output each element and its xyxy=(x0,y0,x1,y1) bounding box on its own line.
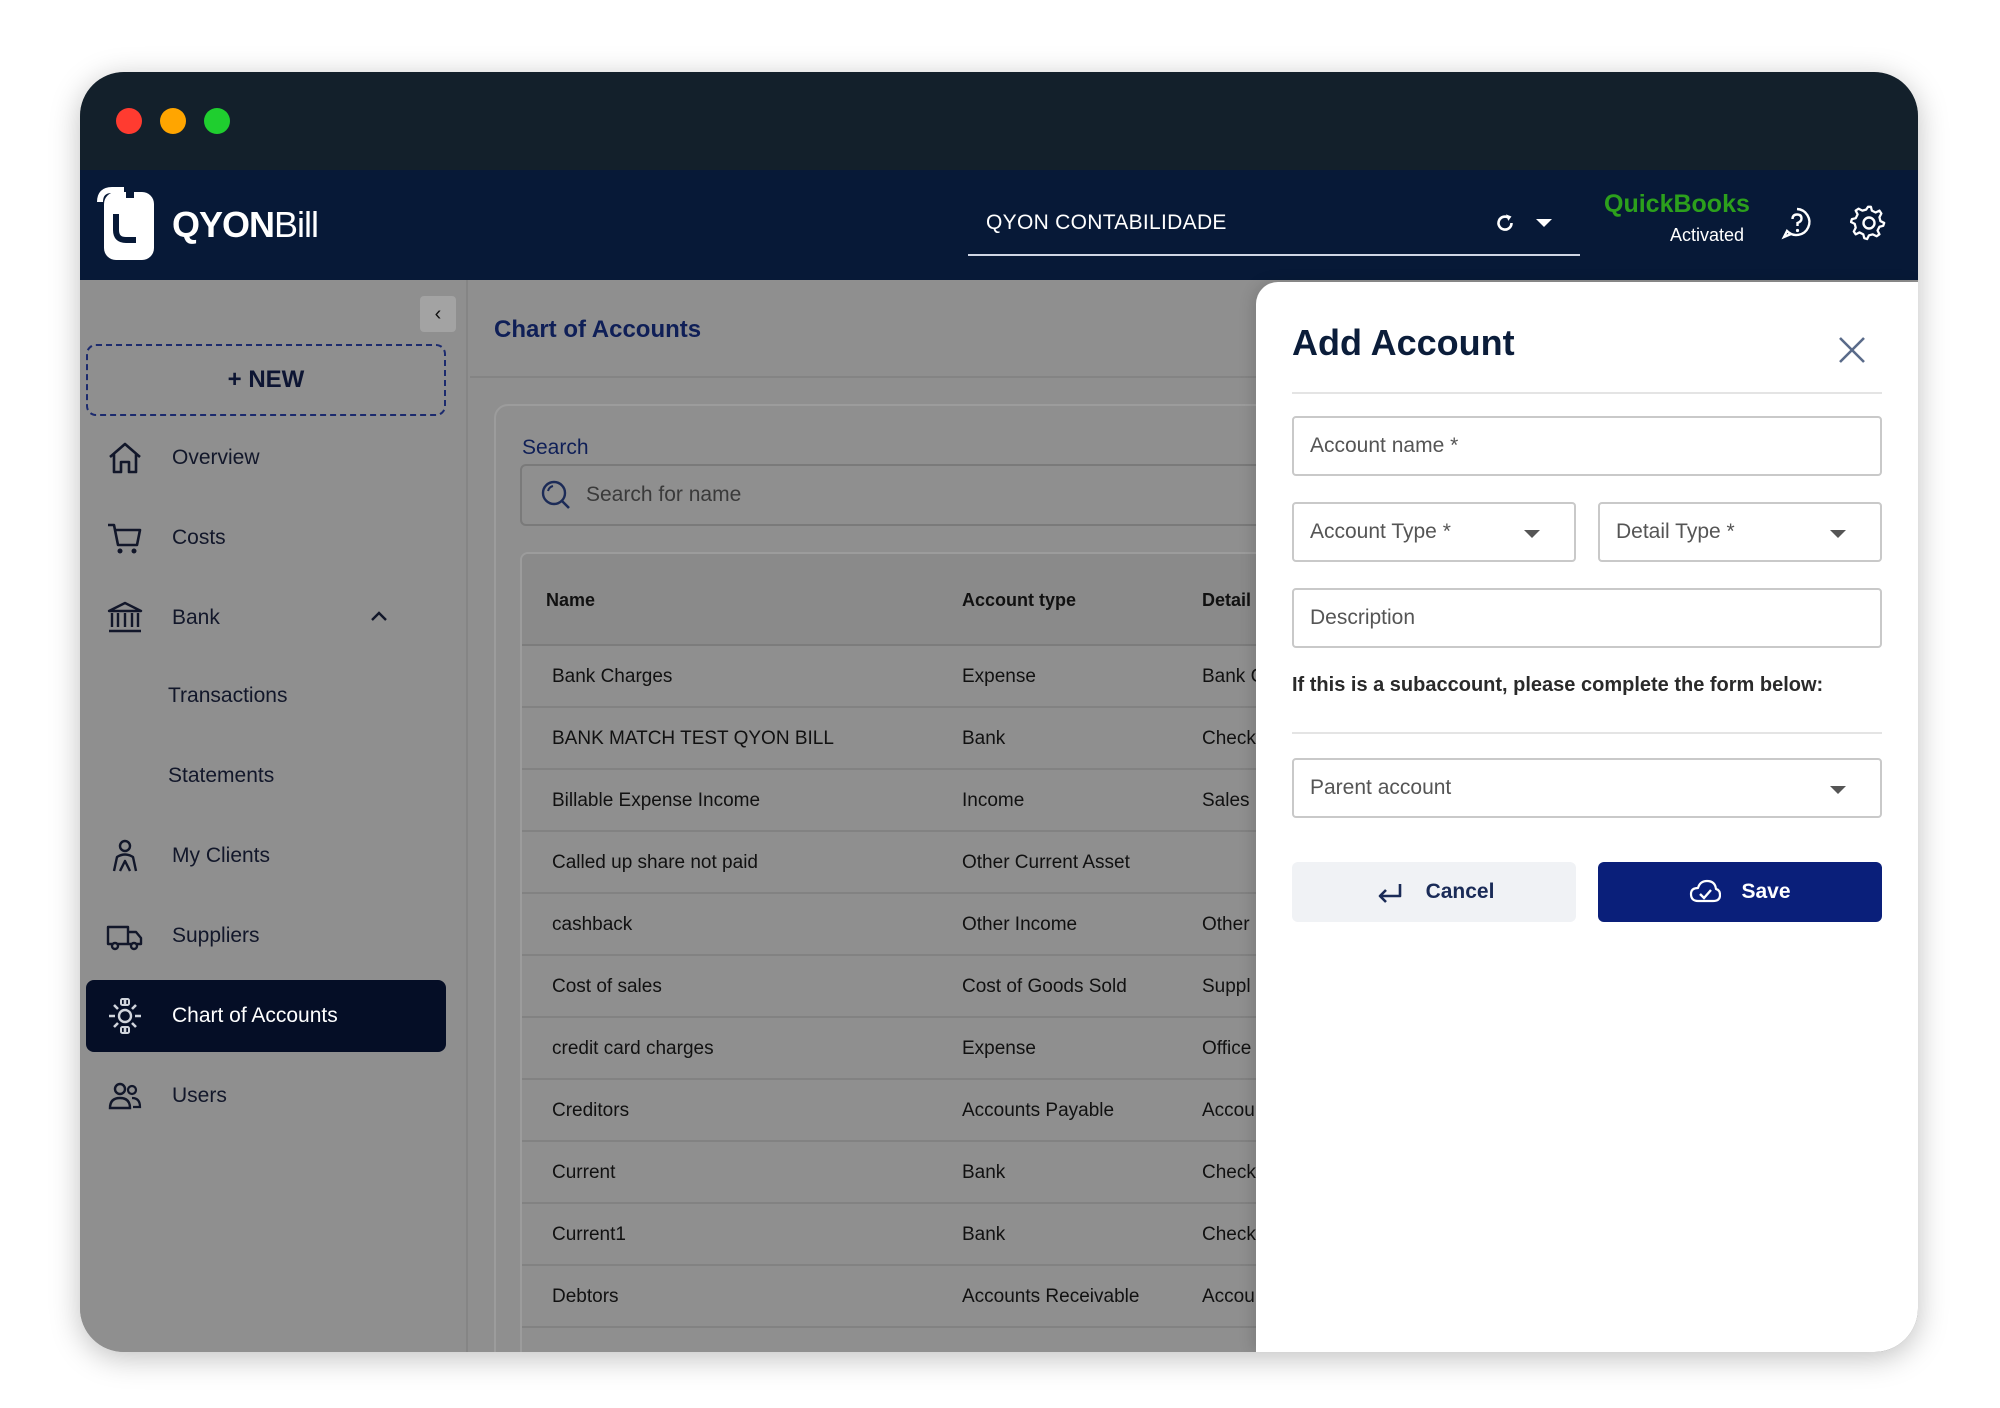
description-field[interactable] xyxy=(1292,588,1882,648)
app-window: QYONBill QYON CONTABILIDADE QuickBooks A… xyxy=(80,72,1918,1352)
panel-title: Add Account xyxy=(1292,322,1515,363)
minimize-window-button[interactable] xyxy=(160,108,186,134)
account-type-select[interactable]: Account Type * xyxy=(1292,502,1576,562)
quickbooks-label: QuickBooks xyxy=(1604,190,1750,218)
divider xyxy=(1292,392,1882,394)
refresh-icon[interactable] xyxy=(1492,210,1518,236)
quickbooks-status-text: Activated xyxy=(1669,225,1744,245)
help-icon[interactable] xyxy=(1780,206,1814,240)
cancel-label: Cancel xyxy=(1425,880,1495,903)
save-label: Save xyxy=(1741,880,1791,903)
close-icon[interactable] xyxy=(1834,332,1870,368)
logo-text: QYONBill xyxy=(172,204,319,245)
quickbooks-status: QuickBooks Activated xyxy=(1604,190,1750,246)
cloud-upload-icon xyxy=(1690,879,1722,903)
app-logo[interactable]: QYONBill xyxy=(96,186,319,264)
close-window-button[interactable] xyxy=(116,108,142,134)
chevron-down-icon xyxy=(1830,786,1846,794)
subaccount-note: If this is a subaccount, please complete… xyxy=(1292,674,1824,696)
save-button[interactable]: Save xyxy=(1598,862,1882,922)
detail-type-placeholder: Detail Type * xyxy=(1616,520,1735,543)
add-account-panel: Add Account Account Type * Detail Type *… xyxy=(1256,282,1918,1352)
parent-account-select[interactable]: Parent account xyxy=(1292,758,1882,818)
parent-account-placeholder: Parent account xyxy=(1310,776,1452,799)
company-select[interactable]: QYON CONTABILIDADE xyxy=(968,192,1580,256)
chevron-down-icon xyxy=(1830,530,1846,538)
qyon-logo-icon xyxy=(97,187,154,260)
chevron-down-icon[interactable] xyxy=(1536,219,1552,227)
maximize-window-button[interactable] xyxy=(204,108,230,134)
gear-icon[interactable] xyxy=(1850,204,1888,242)
chevron-down-icon xyxy=(1524,530,1540,538)
detail-type-select[interactable]: Detail Type * xyxy=(1598,502,1882,562)
account-name-field[interactable] xyxy=(1292,416,1882,476)
app-header: QYONBill QYON CONTABILIDADE QuickBooks A… xyxy=(80,170,1918,280)
window-titlebar xyxy=(80,72,1918,170)
account-type-placeholder: Account Type * xyxy=(1310,520,1451,543)
return-arrow-icon xyxy=(1378,884,1401,903)
cancel-button[interactable]: Cancel xyxy=(1292,862,1576,922)
company-name: QYON CONTABILIDADE xyxy=(986,211,1227,234)
divider xyxy=(1292,732,1882,734)
description-input[interactable] xyxy=(1310,606,1823,630)
account-name-input[interactable] xyxy=(1310,434,1823,458)
